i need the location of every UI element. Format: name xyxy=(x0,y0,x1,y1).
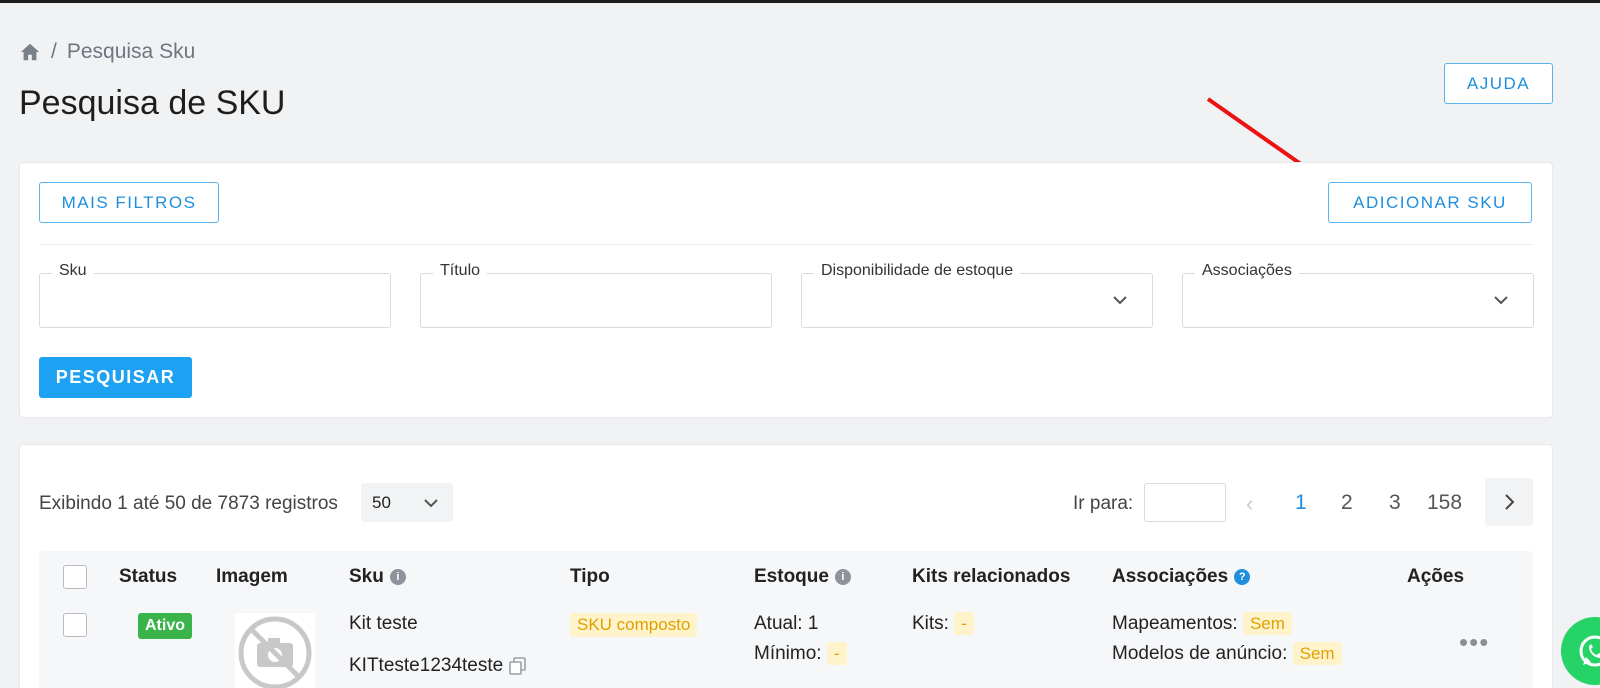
ad-models-label: Modelos de anúncio: xyxy=(1112,643,1288,664)
kits-label: Kits: xyxy=(912,613,949,634)
column-actions: Ações xyxy=(1407,566,1465,587)
kits-badge: - xyxy=(954,612,974,635)
goto-page-input[interactable] xyxy=(1144,483,1226,522)
select-all-checkbox[interactable] xyxy=(63,565,87,589)
stock-current: Atual: 1 xyxy=(754,613,819,634)
column-sku[interactable]: Sku i xyxy=(349,566,406,588)
column-image: Imagem xyxy=(216,566,288,587)
column-type[interactable]: Tipo xyxy=(570,566,610,588)
table-header: Status Imagem Sku i Tipo Estoque i Kits re… xyxy=(39,551,1533,603)
breadcrumb-separator: / xyxy=(51,40,57,63)
page-2[interactable]: 2 xyxy=(1341,491,1353,515)
page-158[interactable]: 158 xyxy=(1427,491,1462,515)
info-icon[interactable]: i xyxy=(834,569,851,585)
page-1[interactable]: 1 xyxy=(1295,491,1307,515)
column-stock[interactable]: Estoque i xyxy=(754,566,851,588)
mappings-label: Mapeamentos: xyxy=(1112,613,1238,634)
help-button[interactable]: AJUDA xyxy=(1444,63,1553,104)
page-title: Pesquisa de SKU xyxy=(19,84,286,122)
stock-availability-label: Disponibilidade de estoque xyxy=(814,262,1021,280)
related-kits: Kits: - xyxy=(912,612,974,635)
breadcrumb-current: Pesquisa Sku xyxy=(66,40,196,63)
page-size-value: 50 xyxy=(372,492,391,512)
column-associations-label: Associações xyxy=(1112,566,1229,587)
sku-title: Kit teste xyxy=(349,613,418,634)
no-image-icon xyxy=(238,616,312,688)
search-button[interactable]: PESQUISAR xyxy=(39,357,192,398)
mappings: Mapeamentos: Sem xyxy=(1112,612,1292,635)
column-related-kits: Kits relacionados xyxy=(912,566,1071,587)
table-row: Ativo Kit teste KITteste1234teste SKU co… xyxy=(39,603,1533,688)
records-summary: Exibindo 1 até 50 de 7873 registros xyxy=(39,493,338,514)
top-bar xyxy=(0,0,1600,3)
copy-icon[interactable] xyxy=(509,657,527,675)
status-badge: Ativo xyxy=(138,613,192,639)
breadcrumb: / Pesquisa Sku xyxy=(19,40,195,64)
title-field[interactable]: Título xyxy=(420,262,772,328)
stock-availability-select[interactable]: Disponibilidade de estoque xyxy=(801,262,1153,328)
ad-models: Modelos de anúncio: Sem xyxy=(1112,642,1342,665)
mappings-badge: Sem xyxy=(1242,612,1292,635)
column-stock-label: Estoque xyxy=(754,566,829,587)
column-sku-label: Sku xyxy=(349,566,384,587)
stock-min-label: Mínimo: xyxy=(754,643,822,664)
stock-minimum: Mínimo: - xyxy=(754,642,847,665)
filters-card: MAIS FILTROS ADICIONAR SKU Sku Título Di… xyxy=(19,162,1553,418)
associations-select[interactable]: Associações xyxy=(1182,262,1534,328)
column-status[interactable]: Status xyxy=(119,566,177,588)
stock-min-badge: - xyxy=(826,642,847,665)
results-card: Exibindo 1 até 50 de 7873 registros 50 I… xyxy=(19,444,1553,688)
sku-code: KITteste1234teste xyxy=(349,655,527,677)
help-icon[interactable]: ? xyxy=(1234,569,1251,585)
type-badge: SKU composto xyxy=(570,613,698,637)
sku-field[interactable]: Sku xyxy=(39,262,391,328)
sku-field-label: Sku xyxy=(52,262,94,280)
home-icon[interactable] xyxy=(19,41,41,63)
column-associations: Associações? xyxy=(1112,566,1251,588)
info-icon[interactable]: i xyxy=(389,569,406,585)
more-icon[interactable]: ••• xyxy=(1459,627,1489,658)
add-sku-button[interactable]: ADICIONAR SKU xyxy=(1328,182,1532,223)
page-3[interactable]: 3 xyxy=(1389,491,1401,515)
page-size-select[interactable]: 50 xyxy=(361,483,453,522)
title-field-label: Título xyxy=(433,262,488,280)
chevron-down-icon xyxy=(1494,296,1508,305)
chevron-right-icon xyxy=(1505,494,1515,510)
sku-image xyxy=(235,613,315,688)
next-page-button[interactable] xyxy=(1485,478,1533,526)
goto-label: Ir para: xyxy=(1073,493,1134,514)
sku-code-text: KITteste1234teste xyxy=(349,655,504,676)
associations-label: Associações xyxy=(1195,262,1299,280)
more-filters-button[interactable]: MAIS FILTROS xyxy=(39,182,219,223)
chevron-down-icon xyxy=(424,499,438,508)
ad-models-badge: Sem xyxy=(1292,642,1342,665)
filters-divider xyxy=(39,244,1533,245)
chevron-down-icon xyxy=(1113,296,1127,305)
chevron-left-icon[interactable]: ‹ xyxy=(1246,491,1253,517)
whatsapp-icon xyxy=(1579,635,1600,667)
whatsapp-button[interactable] xyxy=(1561,617,1600,685)
row-checkbox[interactable] xyxy=(63,613,87,637)
